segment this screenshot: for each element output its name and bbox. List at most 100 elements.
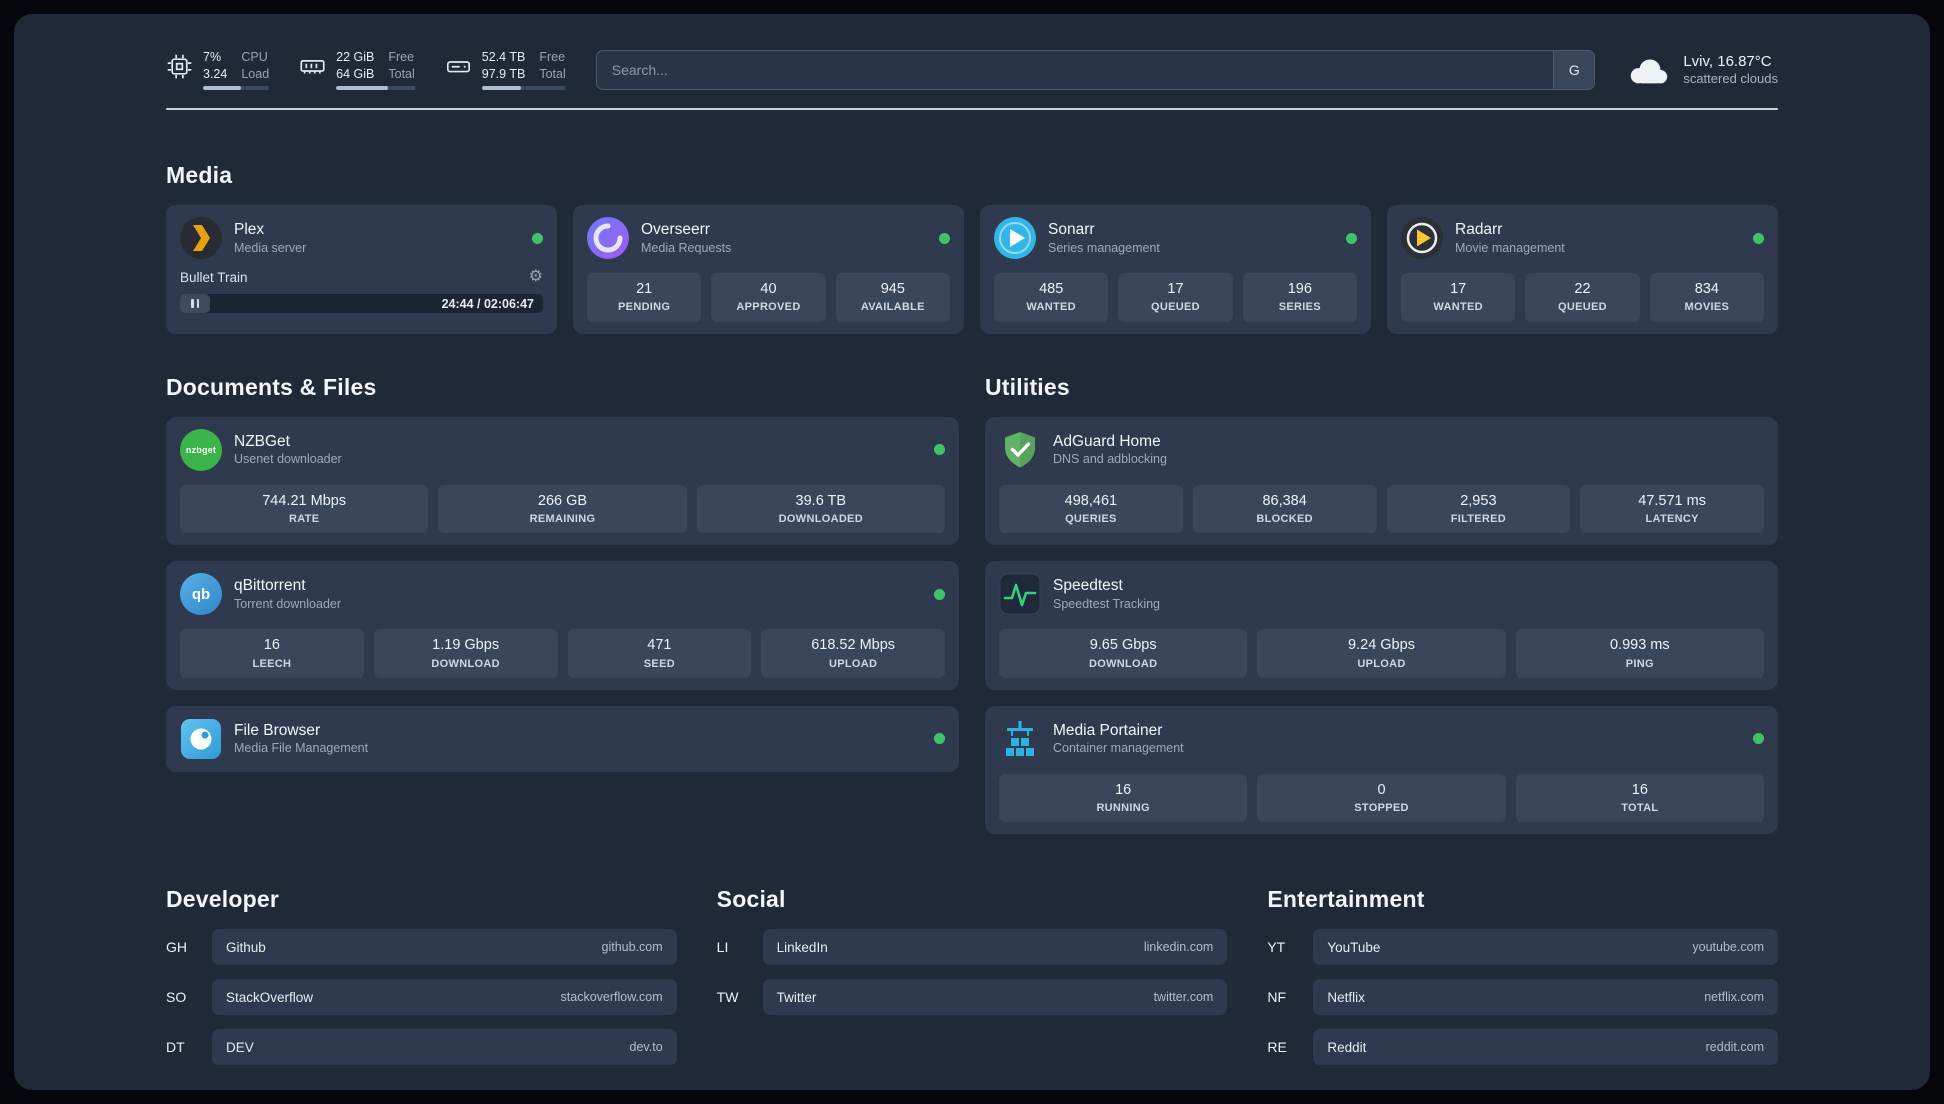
bookmark-link[interactable]: YouTube youtube.com [1313, 929, 1778, 966]
weather-condition: scattered clouds [1683, 71, 1778, 87]
bookmark-url: stackoverflow.com [560, 990, 663, 1005]
pause-button[interactable] [180, 294, 210, 313]
disk-free-label: Free [539, 49, 566, 64]
stat-label: DOWNLOAD [1088, 657, 1158, 670]
app-card-nzbget[interactable]: nzbget NZBGet Usenet downloader 744.21 M… [166, 416, 959, 546]
cpu-label: CPU [241, 49, 268, 64]
cpu-load-value: 3.24 [203, 66, 228, 81]
header-divider [166, 108, 1778, 110]
bookmark-url: reddit.com [1705, 1040, 1764, 1055]
stat-tile: 945 AVAILABLE [835, 273, 950, 322]
app-card-plex[interactable]: Plex Media server Bullet Train ⚙ 24:44 /… [166, 205, 557, 334]
bookmark-url: dev.to [629, 1040, 663, 1055]
app-name: Sonarr [1048, 221, 1095, 239]
playback-progress-track: 24:44 / 02:06:47 [180, 294, 543, 313]
weather-location: Lviv, 16.87°C [1683, 52, 1772, 70]
ram-free-label: Free [388, 49, 415, 64]
documents-section-title: Documents & Files [166, 373, 377, 400]
disk-total-label: Total [539, 66, 566, 81]
stat-value: 16 [263, 637, 280, 654]
bookmark-link[interactable]: DEV dev.to [212, 1029, 677, 1066]
bookmark-abbr: LI [716, 939, 729, 956]
search-input[interactable] [596, 51, 1554, 89]
stat-value: 22 [1574, 281, 1591, 297]
stat-value: 485 [1039, 281, 1064, 297]
stat-label: DOWNLOAD [431, 657, 500, 670]
ram-icon [300, 59, 325, 74]
bookmark-dev: DT DEV dev.to [166, 1029, 677, 1066]
playback-time: 24:44 / 02:06:47 [441, 296, 534, 311]
stat-tile: 16 LEECH [180, 629, 364, 678]
status-dot [934, 733, 945, 745]
stat-tile: 40 APPROVED [711, 273, 826, 322]
status-dot [1753, 232, 1764, 244]
app-card-speedtest[interactable]: Speedtest Speedtest Tracking 9.65 Gbps D… [985, 561, 1778, 690]
stat-tile: 498,461 QUERIES [999, 484, 1183, 534]
app-card-overseerr[interactable]: Overseerr Media Requests 21 PENDING 40 A… [573, 205, 964, 334]
bookmark-twitter: TW Twitter twitter.com [717, 979, 1228, 1016]
bookmark-url: netflix.com [1704, 990, 1764, 1005]
radarr-icon [1401, 217, 1443, 259]
stat-label: PENDING [618, 301, 671, 314]
section-media: Media Plex Media server Bullet Train ⚙ 2… [166, 162, 1778, 334]
cpu-icon [167, 54, 192, 79]
app-card-sonarr[interactable]: Sonarr Series management 485 WANTED 17 Q… [980, 205, 1371, 334]
search-bar: G [595, 50, 1596, 90]
bookmark-reddit: RE Reddit reddit.com [1267, 1029, 1778, 1066]
app-card-portainer[interactable]: Media Portainer Container management 16 … [985, 705, 1778, 835]
ram-progress-fill [336, 86, 389, 91]
stat-value: 40 [760, 281, 777, 297]
stat-tile: 17 WANTED [1401, 273, 1516, 322]
stat-tile: 2,953 FILTERED [1386, 484, 1571, 534]
bookmark-link[interactable]: Reddit reddit.com [1313, 1029, 1778, 1066]
bookmark-link[interactable]: LinkedIn linkedin.com [762, 929, 1228, 966]
app-card-radarr[interactable]: Radarr Movie management 17 WANTED 22 QUE… [1387, 205, 1778, 334]
bookmark-abbr: RE [1267, 1039, 1287, 1056]
app-subtitle: Speedtest Tracking [1053, 596, 1161, 611]
stat-label: LEECH [252, 657, 292, 670]
stat-value: 86,384 [1262, 492, 1307, 509]
cpu-progress-bar [203, 86, 270, 91]
disk-free-value: 52.4 TB [481, 49, 526, 64]
disk-monitor: 52.4 TB 97.9 TB Free Total [445, 49, 566, 91]
window-frame: 7% 3.24 CPU Load 22 GiB 64 GiB Free Tota… [0, 0, 1944, 1104]
stat-label: PING [1625, 657, 1654, 670]
app-card-adguard[interactable]: AdGuard Home DNS and adblocking 498,461 … [985, 416, 1778, 546]
bookmark-link[interactable]: Twitter twitter.com [762, 979, 1228, 1016]
bookmark-link[interactable]: Github github.com [212, 929, 677, 966]
stat-value: 945 [880, 281, 905, 297]
section-developer: Developer GH Github github.com SO StackO… [166, 886, 677, 1066]
app-name: AdGuard Home [1053, 432, 1161, 450]
stat-label: QUEUED [1151, 301, 1200, 314]
stat-tile: 618.52 Mbps UPLOAD [761, 629, 945, 678]
stat-label: SEED [643, 657, 675, 670]
search-engine-button[interactable]: G [1553, 51, 1595, 89]
stat-label: TOTAL [1621, 802, 1659, 815]
bookmark-name: StackOverflow [226, 989, 314, 1005]
bookmark-link[interactable]: StackOverflow stackoverflow.com [212, 979, 677, 1016]
stat-tile: 86,384 BLOCKED [1192, 484, 1377, 534]
dashboard: 7% 3.24 CPU Load 22 GiB 64 GiB Free Tota… [14, 14, 1930, 1090]
stat-value: 266 GB [537, 492, 588, 509]
plex-icon [180, 217, 222, 259]
stat-value: 618.52 Mbps [811, 637, 896, 654]
app-card-qbittorrent[interactable]: qb qBittorrent Torrent downloader 16 LEE… [166, 561, 959, 690]
stat-label: BLOCKED [1256, 512, 1313, 525]
stat-label: DOWNLOADED [778, 512, 863, 525]
stat-tile: 16 TOTAL [1515, 773, 1764, 823]
app-name: Overseerr [641, 221, 710, 239]
bookmark-link[interactable]: Netflix netflix.com [1313, 979, 1778, 1016]
app-subtitle: Media server [234, 240, 307, 255]
bookmark-abbr: YT [1267, 939, 1286, 956]
cpu-progress-fill [203, 86, 242, 91]
stat-label: AVAILABLE [860, 301, 925, 314]
cpu-percent: 7% [203, 49, 222, 64]
weather-widget: Lviv, 16.87°C scattered clouds [1625, 52, 1778, 88]
gear-icon[interactable]: ⚙ [529, 269, 543, 285]
app-card-filebrowser[interactable]: File Browser Media File Management [166, 705, 959, 772]
nzbget-icon-text: nzbget [185, 444, 217, 455]
stat-value: 47.571 ms [1638, 492, 1706, 509]
stat-label: UPLOAD [1357, 657, 1406, 670]
media-section-title: Media [166, 162, 233, 188]
stat-value: 744.21 Mbps [262, 492, 347, 509]
